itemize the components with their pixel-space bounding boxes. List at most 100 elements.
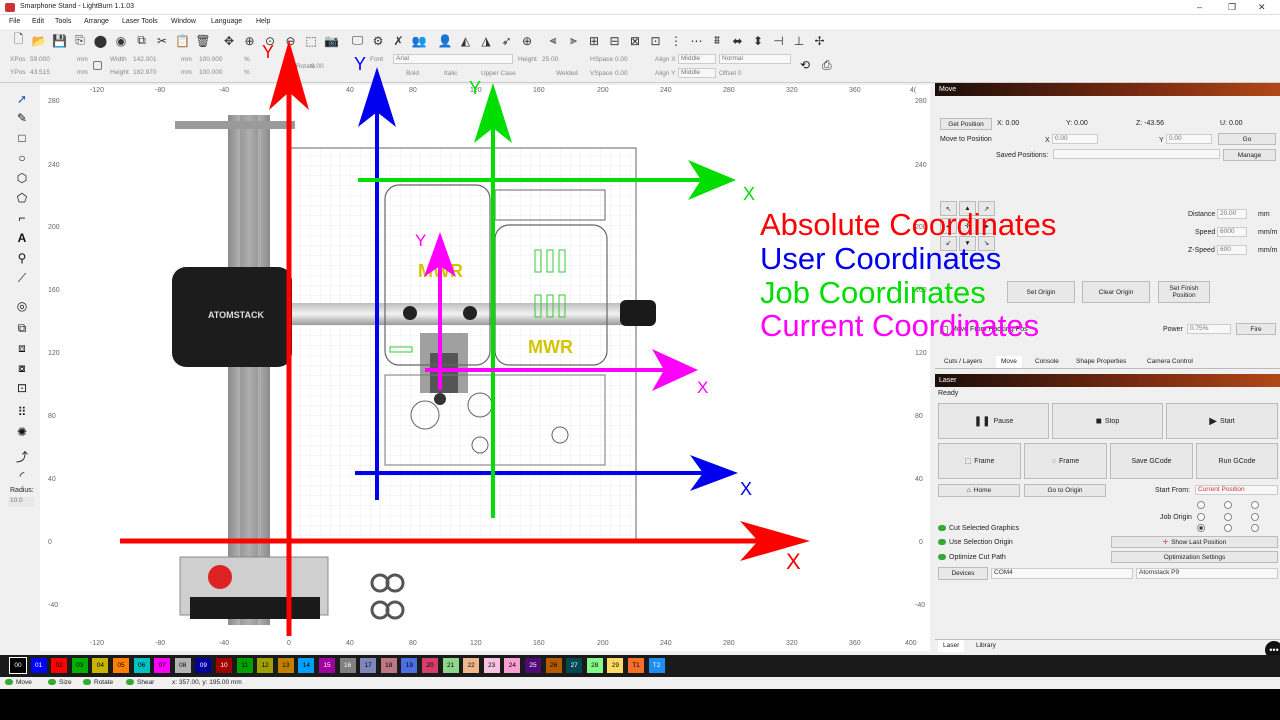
distance-field[interactable]: 20.00 (1217, 209, 1247, 219)
go-button[interactable]: Go (1218, 133, 1276, 145)
home-label: Home (973, 487, 992, 494)
layer-swatch-T2[interactable]: T2 (648, 658, 665, 673)
tab-laser[interactable]: Laser (938, 640, 965, 652)
frame-circle-button[interactable]: ◌ Frame (1024, 443, 1107, 479)
move-y-field[interactable]: 0.00 (1166, 134, 1212, 144)
optimize-option[interactable]: Optimize Cut Path (938, 554, 1006, 561)
set-origin-button[interactable]: Set Origin (1007, 281, 1075, 303)
layer-swatch-02[interactable]: 02 (51, 658, 68, 673)
origin-radio-bc[interactable] (1224, 524, 1232, 533)
speed-unit: mm/m (1258, 229, 1278, 236)
optimization-settings-button[interactable]: Optimization Settings (1111, 551, 1278, 563)
saved-positions-select[interactable] (1053, 149, 1220, 159)
layer-swatch-13[interactable]: 13 (277, 658, 294, 673)
use-selection-option[interactable]: Use Selection Origin (938, 539, 1013, 546)
tab-shape-properties[interactable]: Shape Properties (1071, 356, 1131, 368)
layer-swatch-08[interactable]: 08 (174, 658, 191, 673)
tab-camera-control[interactable]: Camera Control (1142, 356, 1198, 368)
tab-library[interactable]: Library (971, 640, 1001, 652)
fire-button[interactable]: Fire (1236, 323, 1276, 335)
layer-swatch-01[interactable]: 01 (30, 658, 47, 673)
origin-radio-mc[interactable] (1224, 512, 1232, 521)
stop-label: Stop (1104, 417, 1120, 425)
home-button[interactable]: ⌂ Home (938, 484, 1020, 497)
layer-swatch-25[interactable]: 25 (525, 658, 541, 673)
layer-swatch-23[interactable]: 23 (483, 658, 500, 673)
cut-selected-option[interactable]: Cut Selected Graphics (938, 525, 1019, 532)
origin-radio-tr[interactable] (1251, 501, 1259, 509)
show-last-position-button[interactable]: ✛ Show Last Position (1111, 536, 1278, 548)
layer-swatch-19[interactable]: 19 (401, 658, 418, 673)
status-size[interactable]: Size (48, 679, 72, 686)
origin-radio-ml[interactable] (1197, 512, 1205, 521)
origin-radio-bl[interactable] (1197, 524, 1205, 533)
get-position-button[interactable]: Get Position (940, 118, 992, 130)
status-move[interactable]: Move (5, 679, 32, 686)
move-x-field[interactable]: 0.00 (1052, 134, 1098, 144)
origin-radio-tl[interactable] (1197, 501, 1205, 509)
status-rotate[interactable]: Rotate (83, 679, 113, 686)
optimize-label: Optimize Cut Path (949, 554, 1006, 561)
layer-swatch-29[interactable]: 29 (607, 658, 624, 673)
stop-button[interactable]: ■ Stop (1052, 403, 1163, 439)
start-from-select[interactable]: Current Position (1195, 485, 1278, 495)
layer-swatch-18[interactable]: 18 (380, 658, 397, 673)
layer-swatch-17[interactable]: 17 (360, 658, 377, 673)
use-selection-toggle[interactable] (938, 539, 946, 546)
layer-swatch-28[interactable]: 28 (586, 658, 603, 673)
layer-swatch-14[interactable]: 14 (298, 658, 315, 673)
layer-swatch-16[interactable]: 16 (339, 658, 356, 673)
power-field[interactable]: 0.75% (1187, 324, 1231, 334)
layer-swatch-09[interactable]: 09 (195, 658, 212, 673)
set-finish-button[interactable]: Set Finish Position (1158, 281, 1210, 303)
layer-swatch-22[interactable]: 22 (463, 658, 480, 673)
devices-button[interactable]: Devices (938, 567, 988, 580)
power-label: Power (1163, 326, 1183, 333)
status-size-toggle[interactable] (48, 679, 56, 686)
layer-swatch-26[interactable]: 26 (545, 658, 562, 673)
layer-swatch-10[interactable]: 10 (216, 658, 232, 673)
start-button[interactable]: ▶ Start (1166, 403, 1278, 439)
layer-swatch-27[interactable]: 27 (566, 658, 583, 673)
status-rotate-toggle[interactable] (83, 679, 91, 686)
layer-swatch-11[interactable]: 11 (236, 658, 253, 673)
zspeed-field[interactable]: 600 (1217, 245, 1247, 255)
layer-swatch-05[interactable]: 05 (113, 658, 129, 673)
job-x-label: X (743, 184, 756, 204)
tab-move[interactable]: Move (996, 356, 1022, 368)
device-select[interactable]: Atomstack P9 (1136, 568, 1278, 579)
frame-button[interactable]: ⬚ Frame (938, 443, 1021, 479)
manage-button[interactable]: Manage (1223, 149, 1276, 161)
port-select[interactable]: COM4 (991, 568, 1133, 579)
layer-swatch-04[interactable]: 04 (92, 658, 109, 673)
layer-swatch-24[interactable]: 24 (504, 658, 521, 673)
layer-swatch-12[interactable]: 12 (257, 658, 274, 673)
origin-radio-br[interactable] (1251, 524, 1259, 533)
tab-console[interactable]: Console (1030, 356, 1064, 368)
status-shear-label: Shear (137, 679, 155, 686)
layer-swatch-20[interactable]: 20 (422, 658, 438, 673)
layer-swatch-03[interactable]: 03 (71, 658, 88, 673)
layer-swatch-06[interactable]: 06 (133, 658, 150, 673)
speed-field[interactable]: 6000 (1217, 227, 1247, 237)
tab-cuts-layers[interactable]: Cuts / Layers (939, 356, 987, 368)
layer-swatch-00[interactable]: 00 (9, 657, 27, 674)
origin-radio-tc[interactable] (1224, 501, 1232, 509)
cut-selected-toggle[interactable] (938, 525, 946, 532)
clear-origin-button[interactable]: Clear Origin (1082, 281, 1150, 303)
optimize-toggle[interactable] (938, 554, 946, 561)
layer-swatch-T1[interactable]: T1 (628, 658, 644, 673)
save-gcode-button[interactable]: Save GCode (1110, 443, 1193, 479)
status-shear-toggle[interactable] (126, 679, 134, 686)
layer-swatch-15[interactable]: 15 (319, 658, 335, 673)
user-y-label: Y (354, 54, 367, 74)
go-to-origin-button[interactable]: Go to Origin (1024, 484, 1106, 497)
status-shear[interactable]: Shear (126, 679, 154, 686)
pause-button[interactable]: ❚❚ Pause (938, 403, 1049, 439)
layer-swatch-07[interactable]: 07 (154, 658, 171, 673)
layer-swatch-21[interactable]: 21 (442, 658, 459, 673)
move-to-label: Move to Position (940, 136, 992, 143)
run-gcode-button[interactable]: Run GCode (1196, 443, 1278, 479)
status-move-toggle[interactable] (5, 679, 13, 686)
origin-radio-mr[interactable] (1251, 512, 1259, 521)
